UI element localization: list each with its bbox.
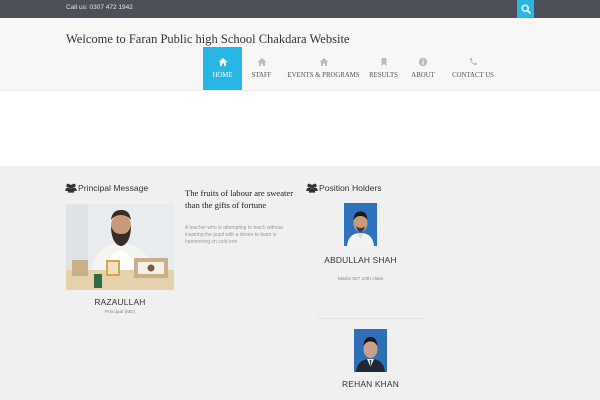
principal-role: Principal (MD)	[104, 310, 136, 315]
search-icon	[520, 4, 531, 14]
nav-label: RESULTS	[369, 72, 398, 79]
section-title-text: Position Holders	[319, 183, 382, 193]
position-holders-title: Position Holders	[306, 183, 382, 193]
content-area: Principal Message RAZAULLAH Principal (M…	[0, 166, 600, 400]
position-holder-photo	[354, 329, 387, 372]
nav-item-contact[interactable]: CONTACT US	[445, 47, 501, 90]
users-icon	[65, 183, 77, 193]
position-holder-name: ABDULLAH SHAH	[324, 255, 397, 265]
principal-photo	[66, 204, 174, 290]
nav-label: STAFF	[251, 72, 272, 79]
site-title[interactable]: Welcome to Faran Public high School Chak…	[66, 32, 349, 47]
call-us-text: Call us: 0307 472 1942	[66, 4, 133, 11]
top-bar: Call us: 0307 472 1942	[0, 0, 600, 18]
nav-item-staff[interactable]: STAFF	[242, 47, 281, 90]
position-holder-photo	[344, 203, 377, 246]
quote-text: A teacher who is attempting to teach wit…	[185, 225, 283, 246]
info-icon	[418, 57, 428, 67]
nav-label: EVENTS & PROGRAMS	[287, 72, 360, 79]
principal-name: RAZAULLAH	[94, 297, 146, 307]
bookmark-icon	[381, 58, 386, 66]
search-button[interactable]	[517, 0, 534, 18]
nav-label: ABOUT	[411, 72, 435, 79]
users-icon	[306, 183, 318, 193]
phone-icon	[469, 58, 477, 66]
site-header: Welcome to Faran Public high School Chak…	[0, 18, 600, 91]
quote-title: The fruits of labour are sweater than th…	[185, 188, 294, 210]
position-holder-name: REHAN KHAN	[342, 379, 399, 389]
nav-item-about[interactable]: ABOUT	[401, 47, 445, 90]
section-title-text: Principal Message	[78, 183, 149, 193]
home-icon	[257, 58, 266, 66]
principal-section-title: Principal Message	[65, 183, 148, 193]
divider	[318, 318, 424, 319]
nav-item-results[interactable]: RESULTS	[366, 47, 401, 90]
nav-item-events[interactable]: EVENTS & PROGRAMS	[281, 47, 366, 90]
nav-label: CONTACT US	[452, 72, 494, 79]
nav-label: HOME	[212, 72, 233, 79]
nav-item-home[interactable]: HOME	[203, 47, 242, 90]
home-icon	[319, 58, 328, 66]
position-holder-detail: Marks 927 10th class	[337, 277, 384, 282]
main-nav: HOME STAFF EVENTS & PROGRAMS RESULTS ABO…	[203, 47, 501, 90]
home-icon	[218, 58, 227, 66]
